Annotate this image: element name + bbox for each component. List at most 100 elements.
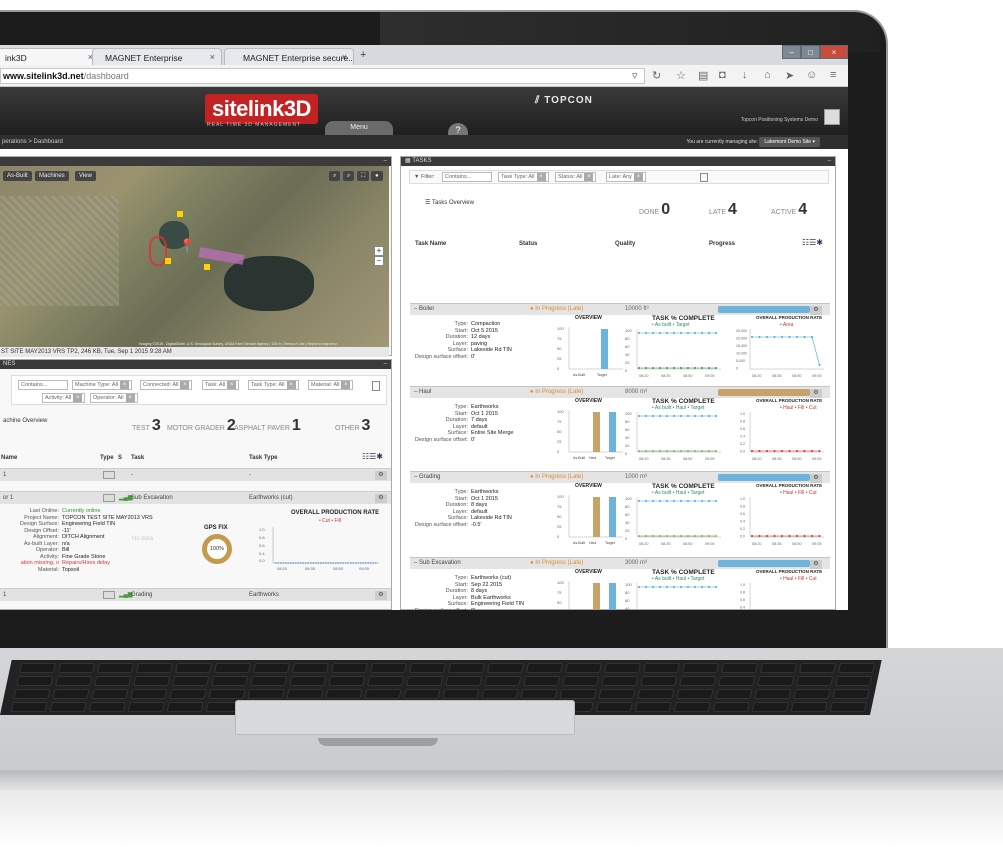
table-row[interactable]: 1 - - ⚙ bbox=[0, 468, 391, 481]
map-pin-icon[interactable]: 📍 bbox=[179, 238, 195, 254]
star-icon[interactable]: ☆ bbox=[676, 69, 686, 82]
satellite-map[interactable]: 📍 As-Built Machines View ⌕ ⌕ ⛶ ● + − Ima… bbox=[0, 166, 389, 347]
search-icon[interactable]: ⌕ bbox=[329, 171, 341, 181]
gear-icon[interactable]: ⚙ bbox=[810, 306, 822, 315]
collapse-icon[interactable]: – bbox=[828, 157, 831, 166]
task-type-filter[interactable]: Task Type: All × bbox=[498, 172, 549, 182]
gear-icon[interactable]: ⚙ bbox=[810, 389, 822, 398]
clear-icon[interactable]: × bbox=[286, 381, 296, 389]
export-icon[interactable] bbox=[700, 173, 708, 182]
tab-sitelink3d[interactable]: ink3D × bbox=[0, 48, 100, 65]
clear-icon[interactable]: × bbox=[633, 173, 643, 181]
task-row-1[interactable]: – Haul ● In Progress (Late) 8000 m³ ⚙ bbox=[410, 386, 830, 398]
column-task-name[interactable]: Task Name bbox=[415, 241, 446, 247]
status-filter[interactable]: Status: All × bbox=[555, 172, 597, 182]
reload-icon[interactable]: ↻ bbox=[652, 69, 661, 82]
machine-search-input[interactable]: Contains... bbox=[18, 380, 68, 390]
column-task[interactable]: Task bbox=[131, 455, 144, 461]
machine-marker[interactable] bbox=[165, 258, 171, 264]
detail-value: Entire Site Merge bbox=[471, 430, 514, 436]
minimize-icon[interactable]: – bbox=[782, 45, 801, 59]
task-complete-chart-title: TASK % COMPLETE bbox=[652, 483, 715, 490]
tab-magnet-enterprise-secure[interactable]: MAGNET Enterprise secure... × bbox=[224, 48, 354, 65]
connected-filter[interactable]: Connected: All × bbox=[140, 380, 193, 390]
task-row-0[interactable]: – Boiler ● In Progress (Late) 10000 ft³ ⚙ bbox=[410, 303, 830, 315]
close-window-icon[interactable]: × bbox=[820, 45, 848, 59]
reader-icon[interactable]: ▤ bbox=[698, 69, 708, 82]
task-row-3[interactable]: – Sub Excavation ● In Progress (Late) 3000… bbox=[410, 557, 830, 569]
task-filter[interactable]: Task: All × bbox=[202, 380, 240, 390]
operator-filter[interactable]: Operator: All × bbox=[90, 393, 138, 403]
gear-icon[interactable]: ⚙ bbox=[375, 494, 387, 503]
clear-icon[interactable]: × bbox=[73, 394, 83, 402]
machine-marker[interactable] bbox=[177, 211, 183, 217]
activity-filter[interactable]: Activity: All × bbox=[42, 393, 86, 403]
export-icon[interactable] bbox=[372, 381, 380, 391]
clear-icon[interactable]: × bbox=[180, 381, 190, 389]
settings-icon[interactable]: ● bbox=[371, 171, 383, 181]
task-type-filter[interactable]: Task Type: All × bbox=[248, 380, 299, 390]
task-row-2[interactable]: – Grading ● In Progress (Late) 1000 m³ ⚙ bbox=[410, 471, 830, 483]
table-row[interactable]: 1 ▂▄▆ Grading Earthworks ⚙ bbox=[0, 588, 391, 601]
zoom-search-icon[interactable]: ⌕ bbox=[343, 171, 355, 181]
home-icon[interactable]: ⌂ bbox=[764, 69, 771, 81]
gear-icon[interactable]: ⚙ bbox=[810, 560, 822, 569]
detail-value: Earthworks bbox=[471, 489, 499, 495]
detail-key: Design surface offset: bbox=[414, 521, 468, 528]
user-name[interactable]: Topcon Positioning Systems Demo bbox=[741, 117, 818, 123]
menu-button[interactable]: Menu bbox=[325, 121, 393, 135]
gear-icon[interactable]: ⚙ bbox=[375, 591, 387, 600]
view-button[interactable]: View bbox=[75, 171, 96, 181]
download-icon[interactable]: ↓ bbox=[742, 69, 748, 81]
collapse-icon[interactable]: – bbox=[384, 360, 387, 369]
collapse-icon[interactable]: – bbox=[384, 157, 387, 166]
close-icon[interactable]: × bbox=[342, 52, 347, 62]
hamburger-menu-icon[interactable]: ≡ bbox=[830, 69, 836, 81]
late-filter[interactable]: Late: Any × bbox=[606, 172, 646, 182]
send-icon[interactable]: ➤ bbox=[785, 69, 794, 82]
machine-type-filter[interactable]: Machine Type: All × bbox=[72, 380, 133, 390]
maximize-icon[interactable]: □ bbox=[801, 45, 820, 59]
clear-icon[interactable]: × bbox=[584, 173, 594, 181]
clear-icon[interactable]: × bbox=[536, 173, 546, 181]
zoom-in-button[interactable]: + bbox=[374, 246, 384, 256]
column-quality[interactable]: Quality bbox=[615, 241, 635, 247]
machine-details: Last Online: Currently online Project Nam… bbox=[3, 508, 153, 573]
avatar[interactable] bbox=[824, 109, 840, 125]
clear-icon[interactable]: × bbox=[120, 381, 130, 389]
chat-icon[interactable]: ☺ bbox=[806, 69, 817, 81]
view-toggle-icons[interactable]: ☷☰✱ bbox=[802, 238, 823, 247]
keyboard-key bbox=[52, 689, 90, 699]
gear-icon[interactable]: ⚙ bbox=[810, 474, 822, 483]
zoom-out-button[interactable]: − bbox=[374, 256, 384, 266]
table-row[interactable]: or 1 ▂▄▆ Sub Excavation Earthworks (cut)… bbox=[0, 491, 391, 504]
site-select-button[interactable]: Lakemont Demo Site ▾ bbox=[759, 137, 820, 147]
column-progress[interactable]: Progress bbox=[709, 241, 735, 247]
pocket-icon[interactable]: ◘ bbox=[719, 69, 726, 81]
task-search-input[interactable]: Contains... bbox=[442, 172, 492, 182]
breadcrumb-text[interactable]: perations > Dashboard bbox=[2, 139, 63, 145]
machines-button[interactable]: Machines bbox=[35, 171, 69, 181]
as-built-button[interactable]: As-Built bbox=[3, 171, 32, 181]
machine-marker[interactable] bbox=[204, 264, 210, 270]
gear-icon[interactable]: ⚙ bbox=[375, 471, 387, 480]
column-status[interactable]: Status bbox=[519, 241, 537, 247]
view-toggle-icons[interactable]: ☷☰✱ bbox=[362, 452, 383, 461]
clear-icon[interactable]: × bbox=[341, 381, 351, 389]
column-task-type[interactable]: Task Type bbox=[249, 455, 277, 461]
column-name[interactable]: Name bbox=[1, 455, 17, 461]
column-status[interactable]: S bbox=[118, 455, 122, 461]
clear-icon[interactable]: × bbox=[227, 381, 237, 389]
close-icon[interactable]: × bbox=[210, 52, 215, 62]
clear-icon[interactable]: × bbox=[125, 394, 135, 402]
sitelink3d-logo[interactable]: sitelink3D bbox=[205, 94, 318, 124]
column-type[interactable]: Type bbox=[100, 455, 114, 461]
dropdown-icon[interactable]: ▿ bbox=[632, 69, 638, 82]
fullscreen-icon[interactable]: ⛶ bbox=[357, 171, 370, 181]
tab-magnet-enterprise[interactable]: MAGNET Enterprise × bbox=[92, 48, 222, 65]
svg-text:80: 80 bbox=[625, 419, 630, 424]
new-tab-button[interactable]: + bbox=[360, 49, 366, 61]
address-field[interactable]: www.sitelink3d.net/dashboard bbox=[0, 68, 645, 84]
material-filter[interactable]: Material: All × bbox=[308, 380, 354, 390]
svg-text:Target: Target bbox=[605, 541, 615, 545]
